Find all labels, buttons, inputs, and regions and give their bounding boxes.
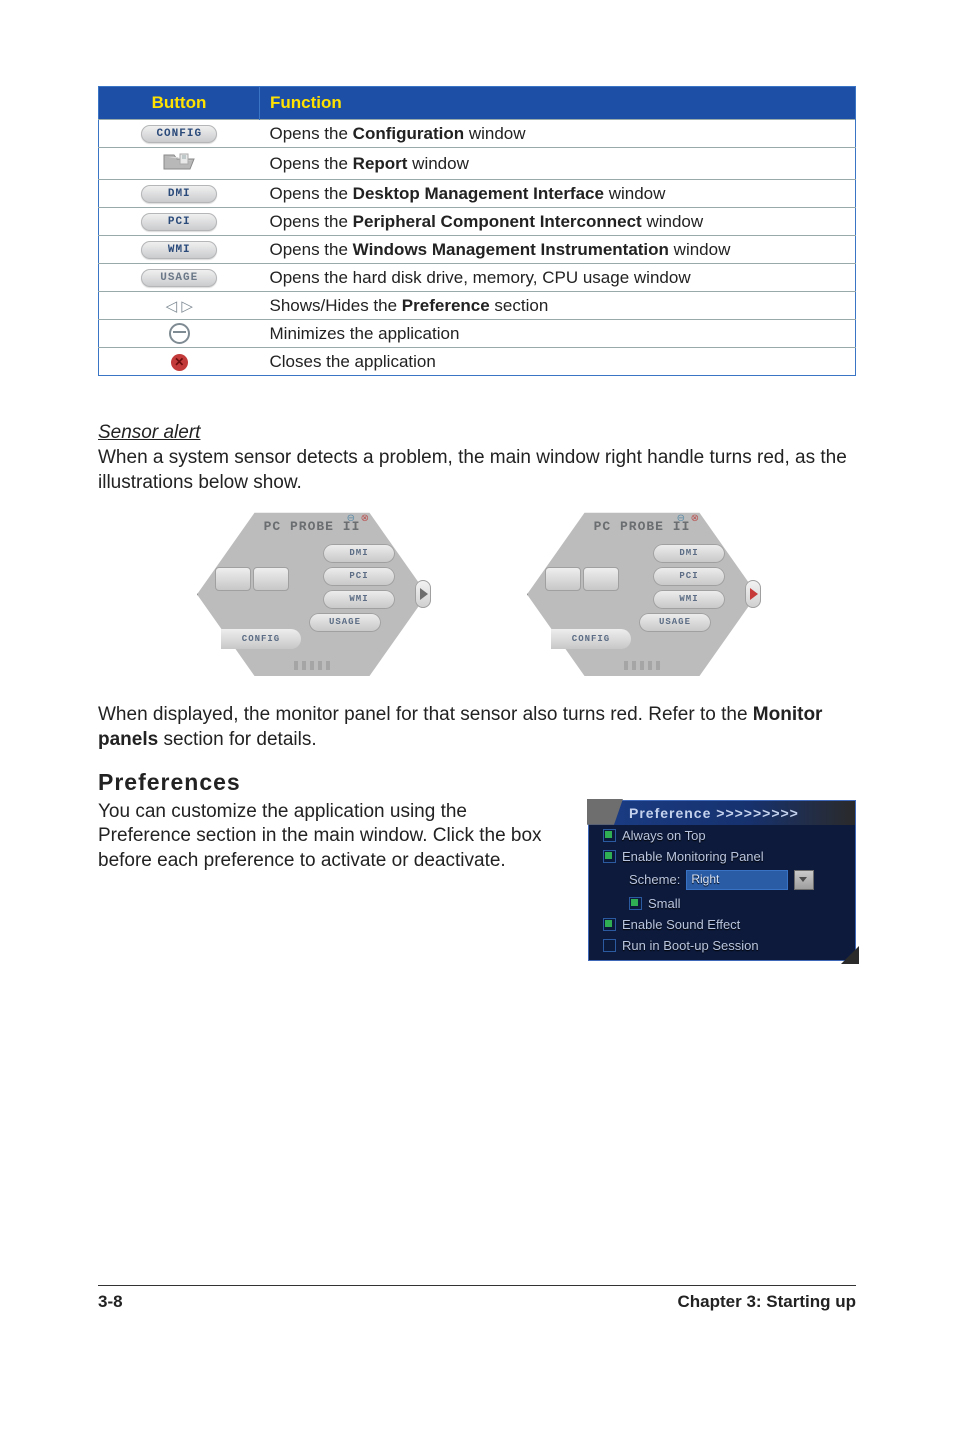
dmi-button-icon: DMI	[141, 185, 217, 203]
page-number: 3-8	[98, 1292, 123, 1312]
probe-handle	[415, 580, 431, 608]
func-cell: Opens the hard disk drive, memory, CPU u…	[260, 264, 856, 292]
prev-next-icon: ◁ ▷	[166, 297, 193, 315]
func-cell: Opens the Report window	[260, 148, 856, 180]
preferences-para: You can customize the application using …	[98, 800, 548, 947]
pref-label: Always on Top	[622, 828, 706, 843]
config-button-icon: CONFIG	[141, 125, 217, 143]
probe-title: PC PROBE II	[527, 519, 757, 534]
checkbox-icon[interactable]	[603, 918, 616, 931]
probe-alert: ⊖ ⊗ PC PROBE II DMI PCI WMI USAGE CONFIG	[527, 509, 757, 679]
func-cell: Closes the application	[260, 348, 856, 376]
probe-dmi-tab: DMI	[653, 544, 725, 563]
chapter-label: Chapter 3: Starting up	[677, 1292, 856, 1312]
probe-pci-tab: PCI	[653, 567, 725, 586]
func-cell: Opens the Windows Management Instrumenta…	[260, 236, 856, 264]
sensor-alert-para2: When displayed, the monitor panel for th…	[98, 703, 856, 752]
probe-normal: ⊖ ⊗ PC PROBE II DMI PCI WMI USAGE CONFIG	[197, 509, 427, 679]
pref-run-boot[interactable]: Run in Boot-up Session	[589, 935, 855, 956]
pref-label: Enable Sound Effect	[622, 917, 740, 932]
checkbox-icon[interactable]	[603, 829, 616, 842]
panel-corner-icon	[841, 946, 859, 964]
probe-config-tab: CONFIG	[221, 629, 301, 649]
table-row: DMI Opens the Desktop Management Interfa…	[99, 180, 856, 208]
checkbox-icon[interactable]	[603, 850, 616, 863]
button-function-table: Button Function CONFIG Opens the Configu…	[98, 86, 856, 376]
table-row: CONFIG Opens the Configuration window	[99, 120, 856, 148]
usage-button-icon: USAGE	[141, 269, 217, 287]
table-row: Minimizes the application	[99, 320, 856, 348]
probe-meters	[545, 567, 629, 603]
table-row: ✕ Closes the application	[99, 348, 856, 376]
probe-dmi-tab: DMI	[323, 544, 395, 563]
probe-wmi-tab: WMI	[323, 590, 395, 609]
probe-config-tab: CONFIG	[551, 629, 631, 649]
func-cell: Shows/Hides the Preference section	[260, 292, 856, 320]
probe-illustrations: ⊖ ⊗ PC PROBE II DMI PCI WMI USAGE CONFIG…	[98, 509, 856, 679]
func-cell: Minimizes the application	[260, 320, 856, 348]
minimize-icon	[169, 323, 190, 344]
pref-enable-monitoring[interactable]: Enable Monitoring Panel	[589, 846, 855, 867]
sensor-alert-heading: Sensor alert	[98, 422, 856, 444]
pref-label: Enable Monitoring Panel	[622, 849, 764, 864]
pci-button-icon: PCI	[141, 213, 217, 231]
probe-meters	[215, 567, 299, 603]
func-cell: Opens the Peripheral Component Interconn…	[260, 208, 856, 236]
pref-label: Run in Boot-up Session	[622, 938, 759, 953]
func-cell: Opens the Desktop Management Interface w…	[260, 180, 856, 208]
func-cell: Opens the Configuration window	[260, 120, 856, 148]
preferences-heading: Preferences	[98, 769, 856, 796]
checkbox-icon[interactable]	[629, 897, 642, 910]
dropdown-icon[interactable]	[794, 870, 814, 890]
page-footer: 3-8 Chapter 3: Starting up	[0, 1285, 954, 1312]
probe-usage-tab: USAGE	[309, 613, 381, 632]
probe-usage-tab: USAGE	[639, 613, 711, 632]
pref-label: Small	[648, 896, 681, 911]
pref-scheme-row: Scheme: Right	[589, 867, 855, 893]
pref-scheme-label: Scheme:	[629, 872, 680, 887]
pref-small[interactable]: Small	[589, 893, 855, 914]
probe-handle-alert	[745, 580, 761, 608]
pref-scheme-select[interactable]: Right	[686, 870, 788, 890]
preference-panel: Preference >>>>>>>>> Always on Top Enabl…	[588, 800, 856, 961]
th-function: Function	[260, 87, 856, 120]
report-folder-icon	[162, 151, 196, 176]
sensor-alert-para1: When a system sensor detects a problem, …	[98, 446, 856, 495]
preference-panel-header: Preference >>>>>>>>>	[589, 801, 855, 825]
table-row: Opens the Report window	[99, 148, 856, 180]
table-row: USAGE Opens the hard disk drive, memory,…	[99, 264, 856, 292]
probe-wmi-tab: WMI	[653, 590, 725, 609]
table-row: PCI Opens the Peripheral Component Inter…	[99, 208, 856, 236]
pref-enable-sound[interactable]: Enable Sound Effect	[589, 914, 855, 935]
wmi-button-icon: WMI	[141, 241, 217, 259]
table-row: WMI Opens the Windows Management Instrum…	[99, 236, 856, 264]
close-icon: ✕	[171, 354, 188, 371]
pref-always-on-top[interactable]: Always on Top	[589, 825, 855, 846]
table-row: ◁ ▷ Shows/Hides the Preference section	[99, 292, 856, 320]
probe-title: PC PROBE II	[197, 519, 427, 534]
checkbox-icon[interactable]	[603, 939, 616, 952]
probe-pci-tab: PCI	[323, 567, 395, 586]
th-button: Button	[99, 87, 260, 120]
